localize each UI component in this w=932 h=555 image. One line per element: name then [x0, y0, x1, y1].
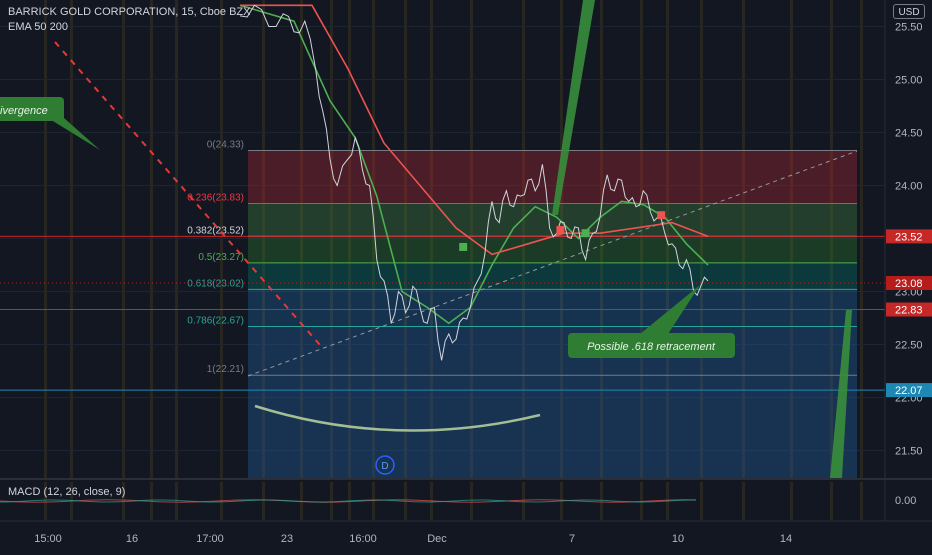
ema-cross-marker [657, 211, 666, 220]
session-stripe [330, 482, 333, 520]
session-stripe [175, 482, 178, 520]
price-tick-label: 21.50 [895, 446, 923, 458]
price-tick-label: 22.50 [895, 340, 923, 352]
fib-level-label: 0.618(23.02) [187, 278, 244, 289]
price-chart[interactable]: 0(24.33)0.236(23.83)0.382(23.52)0.5(23.2… [0, 0, 932, 550]
price-tick-label: 24.50 [895, 128, 923, 140]
ema-cross-marker [556, 226, 565, 235]
time-tick-label: 17:00 [196, 533, 224, 545]
ema-cross-marker [459, 242, 468, 251]
dividend-marker-label: D [381, 461, 388, 472]
session-stripe [372, 482, 375, 520]
time-tick-label: 16 [126, 533, 138, 545]
time-tick-label: 16:00 [349, 533, 377, 545]
session-stripe [860, 482, 863, 520]
session-stripe [522, 482, 525, 520]
fib-zone-extension [248, 375, 857, 478]
fib-zone [248, 326, 857, 376]
time-tick-label: 23 [281, 533, 293, 545]
time-tick-label: 10 [672, 533, 684, 545]
ema-cross-marker [581, 229, 590, 238]
price-tick-label: 25.00 [895, 75, 923, 87]
session-stripe [790, 482, 793, 520]
session-stripe [700, 482, 703, 520]
time-tick-label: 7 [569, 533, 575, 545]
price-tag: 22.07 [886, 383, 932, 398]
currency-button[interactable]: USD [893, 4, 925, 19]
ema-indicator-label[interactable]: EMA 50 200 [8, 21, 68, 33]
fib-level-label: 0.236(23.83) [187, 193, 244, 204]
price-tag-label: 22.07 [895, 385, 923, 397]
price-tick-label: 24.00 [895, 181, 923, 193]
session-stripe [262, 482, 265, 520]
chart-stage: 0(24.33) 0.236(23.83) 0.382(23.52) 0.5(23.2… [0, 0, 932, 550]
fib-zone [248, 203, 857, 237]
time-tick-label: 15:00 [34, 533, 62, 545]
fib-zone [248, 236, 857, 263]
symbol-title[interactable]: BARRICK GOLD CORPORATION, 15, Cboe BZX [8, 6, 250, 18]
price-tag: 23.08 [886, 276, 932, 291]
price-tag-label: 23.52 [895, 231, 923, 243]
session-stripe [830, 482, 833, 520]
price-tag-label: 22.83 [895, 305, 923, 317]
fib-level-label: 1(22.21) [207, 364, 244, 375]
time-tick-label: 14 [780, 533, 792, 545]
retracement-label: Possible .618 retracement [587, 341, 716, 353]
time-tick-label: Dec [427, 533, 447, 545]
macd-axis-label: 0.00 [895, 495, 916, 507]
fib-zone [248, 262, 857, 290]
fib-level-label: 0(24.33) [207, 140, 244, 151]
fib-level-label: 0.5(23.27) [198, 252, 244, 263]
session-stripe [742, 482, 745, 520]
price-tag-label: 23.08 [895, 278, 923, 290]
price-tag: 23.52 [886, 229, 932, 244]
fib-level-label: 0.786(22.67) [187, 315, 244, 326]
session-stripe [600, 482, 603, 520]
price-tick-label: 25.50 [895, 22, 923, 34]
divergence-label: ivergence [0, 105, 48, 117]
fib-zone [248, 289, 857, 327]
macd-label[interactable]: MACD (12, 26, close, 9) [8, 486, 125, 498]
price-tag: 22.83 [886, 302, 932, 317]
session-stripe [470, 482, 473, 520]
